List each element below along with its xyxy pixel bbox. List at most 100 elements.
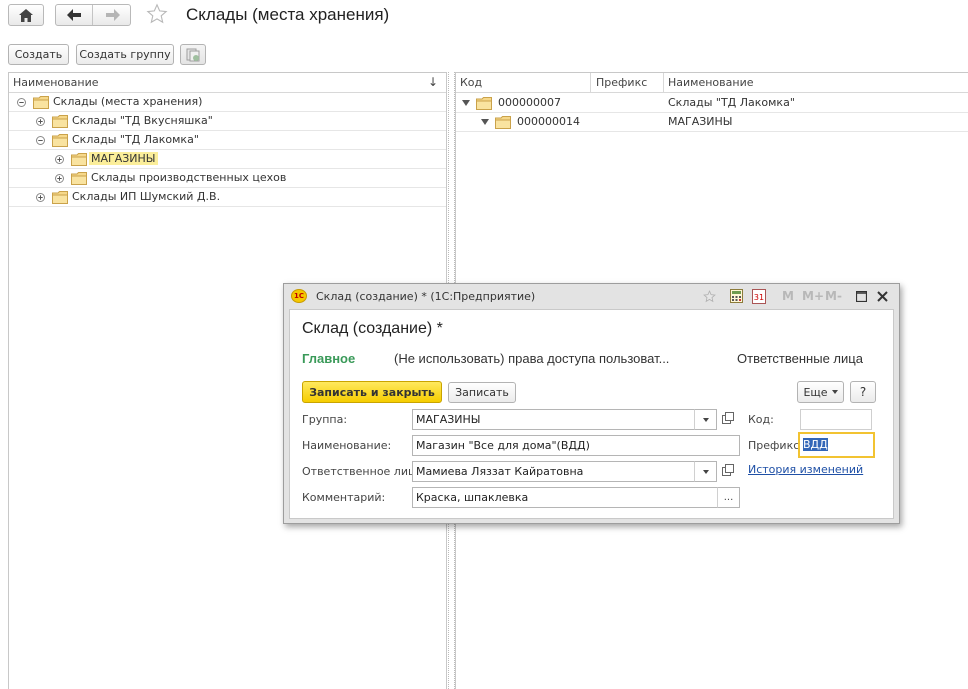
memory-plus-button[interactable]: M+ — [802, 289, 824, 303]
folder-icon — [52, 134, 68, 147]
comment-label: Комментарий: — [302, 491, 386, 504]
calculator-icon[interactable] — [730, 289, 743, 303]
responsible-dropdown-button[interactable] — [694, 461, 717, 482]
group-label: Группа: — [302, 413, 348, 426]
prefix-label: Префикс: — [748, 439, 803, 452]
page-title: Склады (места хранения) — [186, 5, 390, 24]
list-row[interactable]: 000000007 Склады "ТД Лакомка" — [456, 94, 968, 113]
tree-column-header[interactable]: Наименование ↓ — [9, 73, 446, 93]
folder-icon — [476, 97, 492, 110]
column-code-header[interactable]: Код — [460, 76, 482, 89]
tree-header-name: Наименование — [13, 76, 99, 89]
warehouse-create-dialog: 1С Склад (создание) * (1С:Предприятие) 3… — [283, 283, 900, 524]
column-name-header[interactable]: Наименование — [668, 76, 753, 89]
top-bar: Склады (места хранения) — [0, 0, 968, 36]
folder-icon — [495, 116, 511, 129]
triangle-down-icon[interactable] — [481, 119, 489, 125]
tab-responsible[interactable]: Ответственные лица — [737, 351, 863, 366]
tree-row-label: МАГАЗИНЫ — [89, 152, 158, 165]
create-group-button[interactable]: Создать группу — [76, 44, 174, 65]
responsible-input[interactable]: Мамиева Ляззат Кайратовна — [412, 461, 717, 482]
change-history-link[interactable]: История изменений — [748, 463, 863, 476]
calendar-icon[interactable]: 31 — [752, 289, 766, 304]
star-icon — [146, 3, 168, 24]
collapse-icon[interactable] — [17, 98, 26, 107]
chevron-down-icon — [702, 417, 709, 422]
column-prefix-header[interactable]: Префикс — [596, 76, 647, 89]
dialog-titlebar[interactable]: 1С Склад (создание) * (1С:Предприятие) 3… — [284, 284, 899, 309]
responsible-open-button[interactable] — [722, 464, 734, 479]
form-title: Склад (создание) * — [302, 320, 443, 337]
list-cell-name: МАГАЗИНЫ — [668, 115, 733, 128]
responsible-label: Ответственное лицо: — [302, 465, 426, 478]
expand-icon[interactable] — [55, 174, 64, 183]
tree-row-label: Склады "ТД Вкусняшка" — [72, 114, 213, 127]
favorite-star-button[interactable] — [146, 3, 168, 28]
save-and-close-button[interactable]: Записать и закрыть — [302, 381, 442, 403]
list-column-headers: Код Префикс Наименование — [456, 73, 968, 93]
list-cell-code: 000000007 — [498, 96, 561, 109]
tree-row[interactable]: Склады "ТД Вкусняшка" — [9, 112, 446, 131]
group-dropdown-button[interactable] — [694, 409, 717, 430]
copy-document-icon — [186, 48, 200, 61]
folder-icon — [71, 153, 87, 166]
prefix-selected-text: ВДД — [803, 438, 828, 451]
forward-button[interactable] — [94, 5, 131, 25]
tree-row-selected[interactable]: МАГАЗИНЫ — [9, 150, 446, 169]
comment-input[interactable]: Краска, шпаклевка — [412, 487, 740, 508]
folder-icon — [52, 115, 68, 128]
arrow-left-icon — [67, 9, 81, 21]
home-icon — [19, 8, 33, 22]
back-button[interactable] — [56, 5, 93, 25]
chevron-down-icon — [702, 469, 709, 474]
list-cell-name: Склады "ТД Лакомка" — [668, 96, 795, 109]
comment-edit-button[interactable]: ... — [717, 487, 740, 508]
tree-row[interactable]: Склады ИП Шумский Д.В. — [9, 188, 446, 207]
group-input[interactable]: МАГАЗИНЫ — [412, 409, 717, 430]
history-nav — [55, 4, 131, 26]
home-button[interactable] — [8, 4, 44, 26]
folder-icon — [52, 191, 68, 204]
more-button-label: Еще — [803, 385, 828, 399]
expand-icon[interactable] — [36, 193, 45, 202]
prefix-input[interactable]: ВДД — [798, 432, 875, 458]
tree-row[interactable]: Склады "ТД Лакомка" — [9, 131, 446, 150]
open-window-icon — [722, 464, 734, 476]
folder-icon — [33, 96, 49, 109]
open-window-icon — [722, 412, 734, 424]
tree-row-label: Склады ИП Шумский Д.В. — [72, 190, 221, 203]
star-icon[interactable] — [703, 290, 716, 303]
chevron-down-icon — [831, 390, 838, 394]
list-row[interactable]: 000000014 МАГАЗИНЫ — [456, 113, 968, 132]
copy-button[interactable] — [180, 44, 206, 65]
tab-access-rights[interactable]: (Не использовать) права доступа пользова… — [394, 351, 669, 366]
tree-row-label: Склады производственных цехов — [91, 171, 287, 184]
code-input[interactable] — [800, 409, 872, 430]
tree-row-label: Склады "ТД Лакомка" — [72, 133, 199, 146]
memory-minus-button[interactable]: M- — [825, 289, 842, 303]
close-icon[interactable] — [877, 291, 888, 302]
expand-icon[interactable] — [36, 117, 45, 126]
tree-row[interactable]: Склады (места хранения) — [9, 93, 446, 112]
name-input[interactable]: Магазин "Все для дома"(ВДД) — [412, 435, 740, 456]
save-button[interactable]: Записать — [448, 382, 516, 403]
list-cell-code: 000000014 — [517, 115, 580, 128]
sort-arrow-icon[interactable]: ↓ — [428, 75, 438, 89]
create-button[interactable]: Создать — [8, 44, 69, 65]
name-label: Наименование: — [302, 439, 392, 452]
maximize-icon[interactable] — [856, 291, 867, 302]
memory-m-button[interactable]: M — [782, 289, 794, 303]
group-open-button[interactable] — [722, 412, 734, 427]
triangle-down-icon[interactable] — [462, 100, 470, 106]
tree-row-label: Склады (места хранения) — [53, 95, 203, 108]
folder-icon — [71, 172, 87, 185]
dialog-window-title: Склад (создание) * (1С:Предприятие) — [316, 290, 536, 303]
1c-logo-icon: 1С — [291, 289, 307, 303]
arrow-right-icon — [105, 9, 120, 21]
expand-icon[interactable] — [55, 155, 64, 164]
tab-main[interactable]: Главное — [302, 351, 355, 366]
help-button[interactable]: ? — [850, 381, 876, 403]
collapse-icon[interactable] — [36, 136, 45, 145]
tree-row[interactable]: Склады производственных цехов — [9, 169, 446, 188]
more-button[interactable]: Еще — [797, 381, 844, 403]
